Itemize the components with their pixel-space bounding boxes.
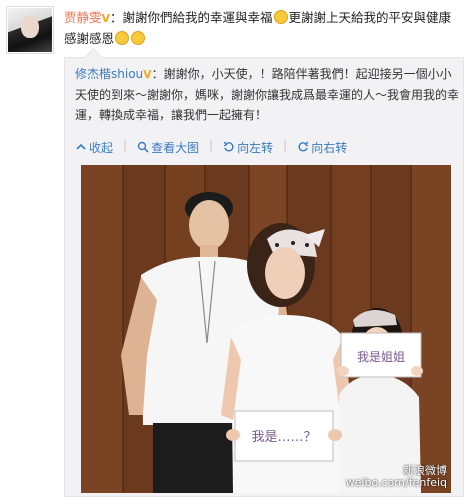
collapse-button[interactable]: 收起	[75, 138, 113, 156]
post-text-part1: ：謝謝你們給我的幸運與幸福	[110, 10, 273, 25]
view-large-label: 查看大图	[151, 140, 200, 155]
sign-child-text: 我是姐姐	[357, 350, 405, 364]
avatar[interactable]	[6, 6, 54, 54]
rotate-right-button[interactable]: 向右转	[297, 138, 347, 156]
post-text: 贾静雯V：謝謝你們給我的幸運與幸福 更謝謝上天給我的平安與健康 感謝感恩	[64, 8, 462, 49]
toolbar-divider: |	[283, 138, 288, 152]
image-toolbar: 收起 | 查看大图 | 向左转 | 向右转	[75, 138, 347, 156]
post-author-link[interactable]: 贾静雯	[64, 10, 102, 25]
post-text-part2: 更謝謝上天給我的平安與健康	[288, 10, 452, 25]
collapse-icon	[76, 143, 86, 150]
sign-child: 我是姐姐	[340, 332, 422, 378]
repost-box: 修杰楷shiouV：謝謝你，小天使，！路陪伴著我們！起迎接另一個小小天使的到來～…	[64, 48, 464, 497]
smile-emoji-icon	[131, 31, 146, 45]
verified-badge-icon: V	[101, 12, 111, 25]
avatar-image	[8, 8, 52, 52]
toolbar-divider: |	[209, 138, 214, 152]
toolbar-divider: |	[123, 138, 128, 152]
smile-emoji-icon	[273, 10, 288, 24]
repost-author-link[interactable]: 修杰楷shiou	[75, 67, 143, 81]
rotate-right-icon	[298, 141, 309, 152]
sign-adult: 我是……？	[234, 410, 334, 462]
view-large-button[interactable]: 查看大图	[137, 138, 199, 156]
smile-emoji-icon	[115, 31, 130, 45]
watermark-line2: weibo.com/fenfeiq	[345, 476, 447, 489]
rotate-left-icon	[223, 141, 234, 152]
rotate-right-label: 向右转	[311, 140, 348, 155]
avatar-face	[21, 16, 39, 38]
weibo-watermark: 新浪微博 weibo.com/fenfeiq	[346, 465, 447, 489]
magnify-icon	[137, 141, 149, 153]
family-photo-illustration: 我是姐姐 我是……？	[81, 165, 451, 493]
rotate-left-label: 向左转	[237, 140, 274, 155]
verified-badge-icon: V	[143, 68, 152, 81]
post-text-line2: 感謝感恩	[64, 31, 115, 46]
sign-adult-text: 我是……？	[251, 430, 316, 445]
collapse-label: 收起	[89, 140, 114, 155]
post-photo[interactable]: 我是姐姐 我是……？ 新浪微博 weibo.com/fenfeiq	[81, 165, 451, 493]
repost-text: 修杰楷shiouV：謝謝你，小天使，！路陪伴著我們！起迎接另一個小小天使的到來～…	[75, 64, 459, 125]
rotate-left-button[interactable]: 向左转	[223, 138, 273, 156]
